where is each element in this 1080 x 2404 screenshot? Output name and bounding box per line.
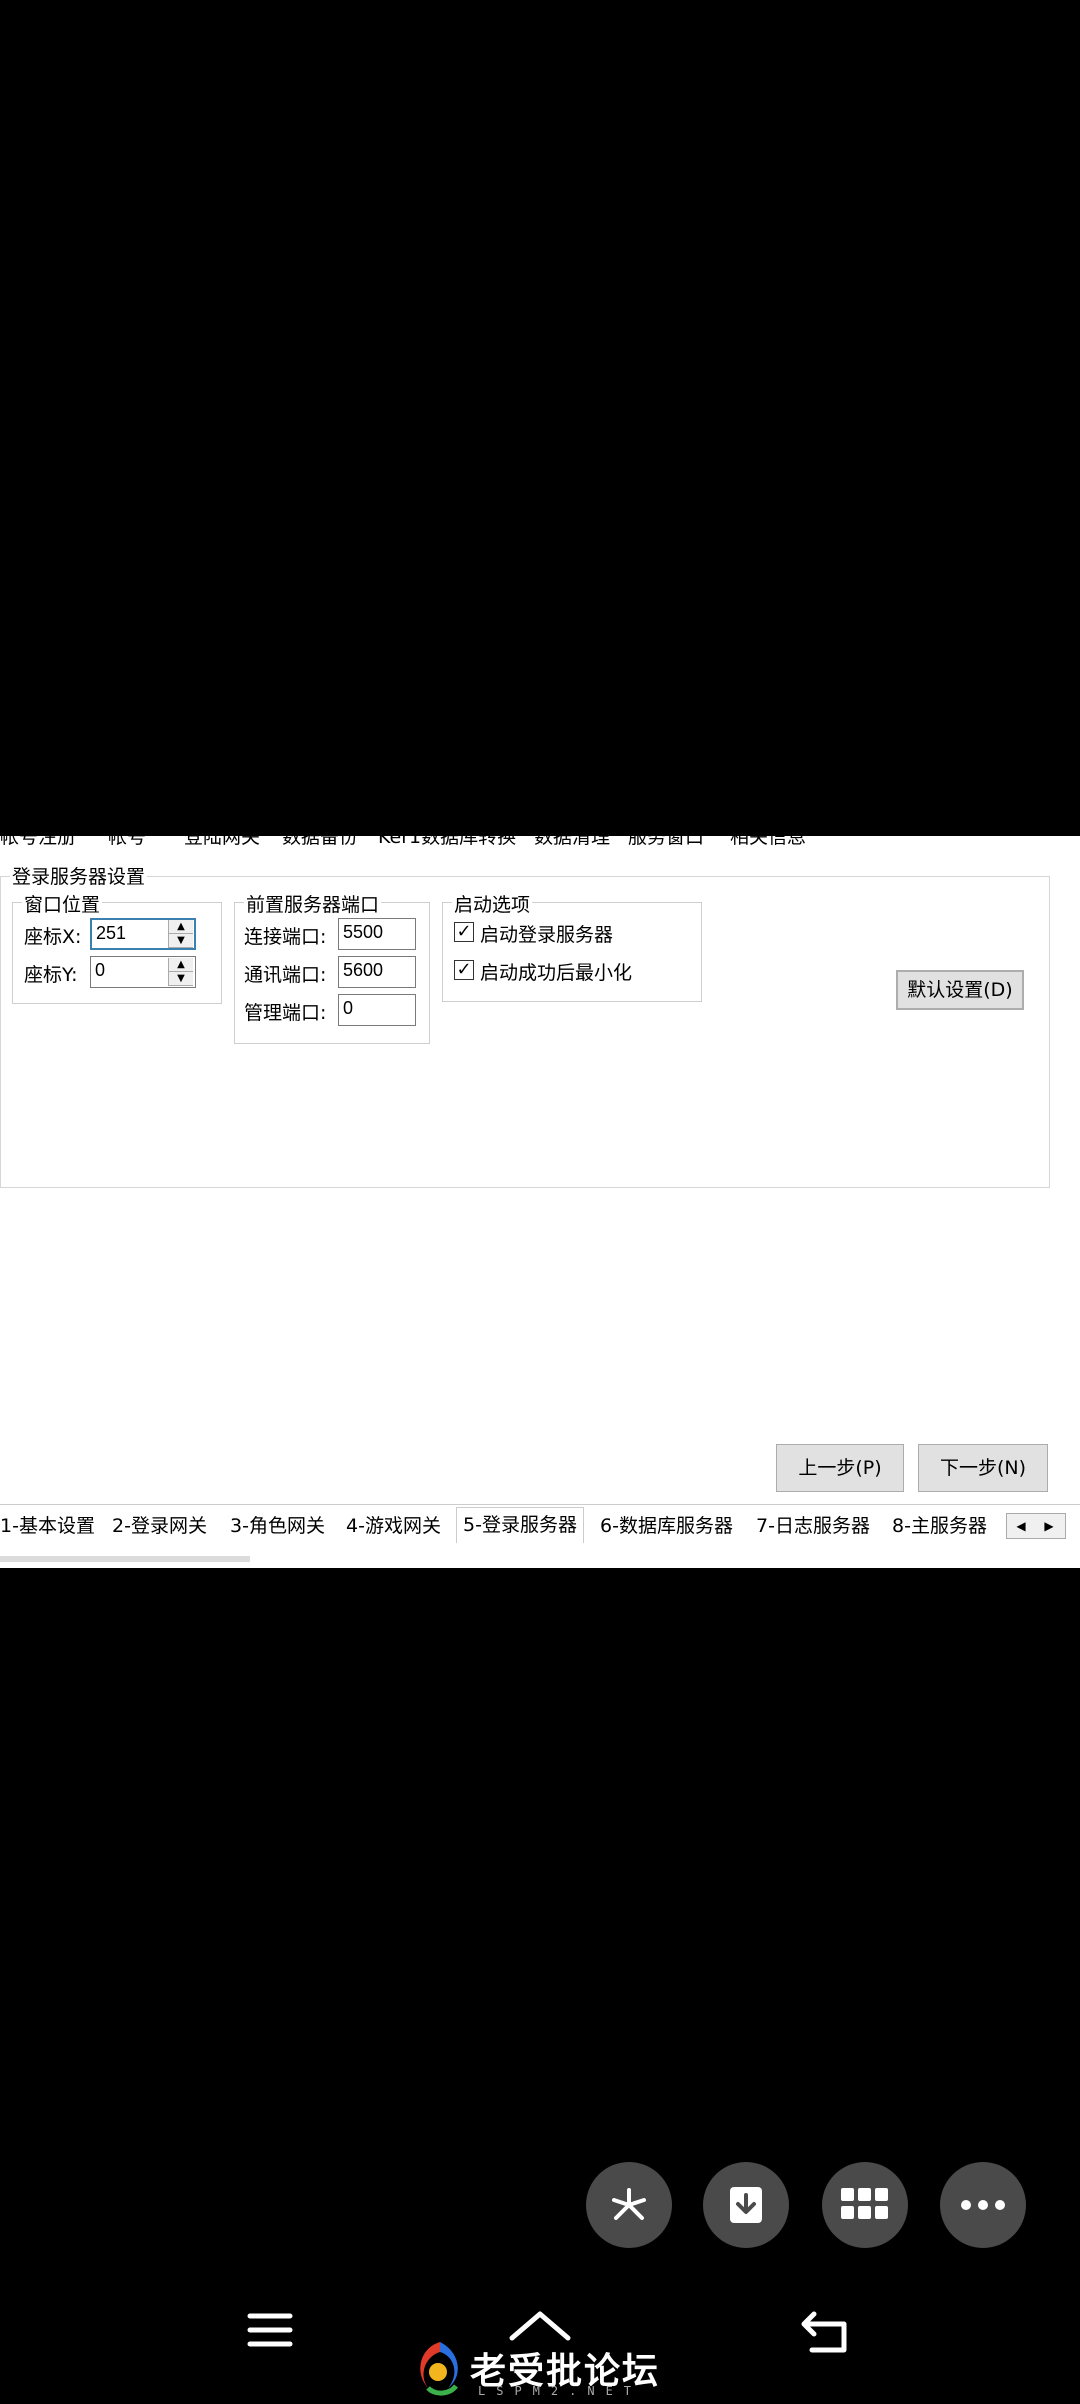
start-login-server-label: 启动登录服务器 [480,924,614,946]
minimize-after-start-checkbox[interactable]: ✓ [454,960,474,980]
tab-role-gateway[interactable]: 3-角色网关 [230,1511,325,1538]
spin-down-icon[interactable]: ▼ [169,934,193,948]
setup-window: 帐号注册 帐号 登陆网关 数据备份 Ker1数据库转换 数据清理 服务窗口 相关… [0,836,1080,1568]
home-icon[interactable] [508,2308,572,2342]
top-tab[interactable]: 数据清理 [534,836,610,846]
tab-main-server[interactable]: 8-主服务器 [892,1511,987,1538]
tab-scroll-buttons[interactable]: ◀ ▶ [1006,1513,1066,1539]
comm-port-field[interactable]: 5600 [338,956,416,988]
top-tab[interactable]: Ker1数据库转换 [378,836,516,846]
x-label: 座标X: [24,926,82,948]
window-bottom-edge [0,1556,250,1562]
top-tab[interactable]: 登陆网关 [184,836,261,846]
start-login-server-checkbox[interactable]: ✓ [454,922,474,942]
grid-icon [841,2188,888,2219]
top-tab[interactable]: 帐号注册 [0,836,76,846]
next-step-button[interactable]: 下一步(N) [918,1444,1048,1492]
spin-up-icon[interactable]: ▲ [169,920,193,934]
tab-login-server[interactable]: 5-登录服务器 [456,1507,584,1543]
startup-options-group [442,902,702,1002]
minimize-after-start-label: 启动成功后最小化 [480,962,633,984]
watermark-subtext: LSPM2.NET [478,2384,643,2398]
previous-step-button[interactable]: 上一步(P) [776,1444,904,1492]
tab-log-server[interactable]: 7-日志服务器 [756,1511,870,1538]
front-ports-title: 前置服务器端口 [244,890,382,917]
bottom-tab-strip: 1-基本设置 2-登录网关 3-角色网关 4-游戏网关 5-登录服务器 6-数据… [0,1504,1080,1543]
download-button[interactable] [703,2162,789,2248]
scroll-right-icon[interactable]: ▶ [1035,1514,1063,1538]
top-tab[interactable]: 服务窗口 [628,836,704,846]
top-tab[interactable]: 相关信息 [730,836,806,846]
scroll-left-icon[interactable]: ◀ [1007,1514,1035,1538]
window-position-title: 窗口位置 [22,890,103,917]
connect-port-field[interactable]: 5500 [338,918,416,950]
default-settings-button[interactable]: 默认设置(D) [896,970,1024,1010]
more-button[interactable] [940,2162,1026,2248]
y-label: 座标Y: [24,964,78,986]
grid-button[interactable] [822,2162,908,2248]
pinwheel-icon [612,2188,646,2220]
forum-logo-icon [420,2342,458,2396]
download-icon [730,2187,762,2223]
more-icon [961,2200,1005,2210]
menu-icon[interactable] [246,2310,294,2350]
tab-database-server[interactable]: 6-数据库服务器 [600,1511,733,1538]
top-tab[interactable]: 数据备份 [282,836,358,846]
back-icon[interactable] [800,2310,850,2354]
group-title: 登录服务器设置 [10,862,148,889]
spin-up-icon[interactable]: ▲ [169,958,193,972]
pinwheel-button[interactable] [586,2162,672,2248]
comm-port-label: 通讯端口: [244,964,327,986]
y-spinner[interactable]: ▲ ▼ [168,958,193,986]
top-tab-strip: 帐号注册 帐号 登陆网关 数据备份 Ker1数据库转换 数据清理 服务窗口 相关… [0,836,1080,846]
spin-down-icon[interactable]: ▼ [169,972,193,986]
x-spinner[interactable]: ▲ ▼ [168,920,193,948]
top-tab[interactable]: 帐号 [108,836,146,846]
connect-port-label: 连接端口: [244,926,327,948]
manage-port-field[interactable]: 0 [338,994,416,1026]
tab-game-gateway[interactable]: 4-游戏网关 [346,1511,441,1538]
manage-port-label: 管理端口: [244,1002,327,1024]
tab-login-gateway[interactable]: 2-登录网关 [112,1511,207,1538]
startup-options-title: 启动选项 [452,890,533,917]
tab-basic-settings[interactable]: 1-基本设置 [0,1511,95,1538]
